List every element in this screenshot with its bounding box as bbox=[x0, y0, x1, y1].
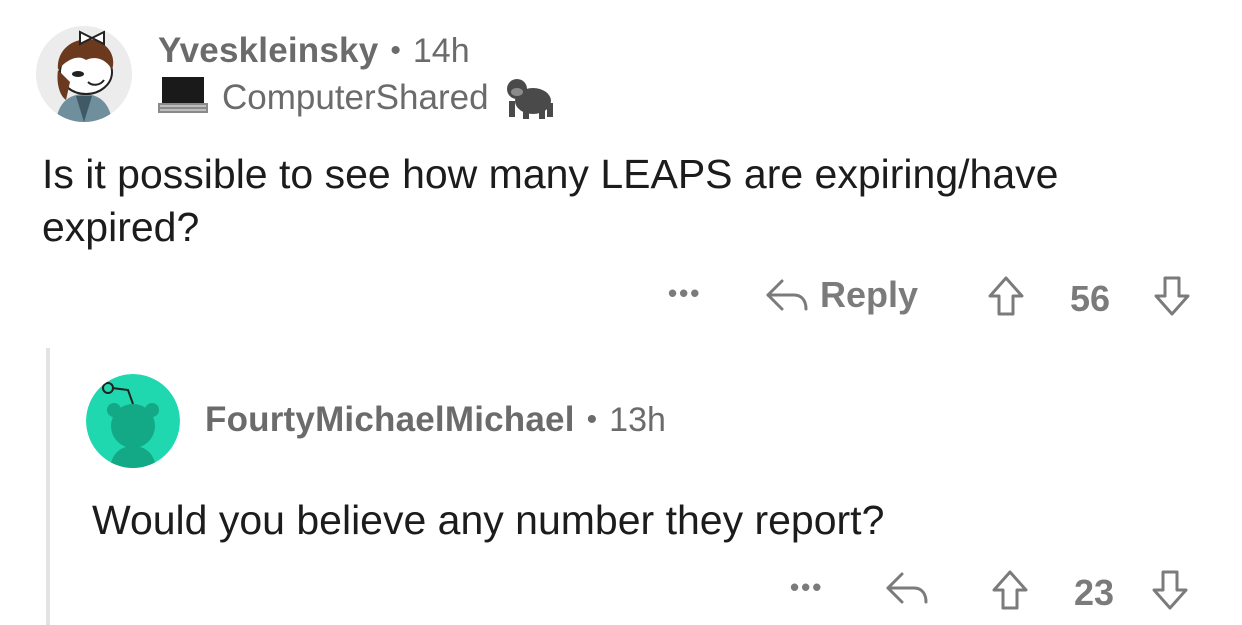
upvote-button[interactable] bbox=[990, 568, 1030, 617]
meta-separator: • bbox=[586, 403, 598, 436]
score: 56 bbox=[1070, 278, 1111, 319]
downvote-button[interactable] bbox=[1150, 568, 1190, 617]
reply-button[interactable]: Reply bbox=[764, 274, 918, 316]
upvote-icon bbox=[992, 570, 1028, 610]
reply-body: Would you believe any number they report… bbox=[92, 497, 885, 543]
user-avatar-icon bbox=[86, 374, 180, 468]
score: 23 bbox=[1074, 572, 1115, 613]
upvote-icon bbox=[988, 276, 1024, 316]
reply-username[interactable]: FourtyMichaelMichael bbox=[205, 400, 575, 440]
downvote-button[interactable] bbox=[1152, 274, 1192, 323]
comment-actions: ••• Reply 56 bbox=[668, 270, 1198, 322]
user-flair: ComputerShared bbox=[158, 76, 555, 120]
downvote-icon bbox=[1152, 570, 1188, 610]
avatar-yveskleinsky[interactable] bbox=[36, 26, 132, 122]
comment-timestamp: 14h bbox=[412, 31, 470, 70]
downvote-icon bbox=[1154, 276, 1190, 316]
avatar-fourtymichaelmichael[interactable] bbox=[86, 374, 180, 468]
reply-arrow-icon bbox=[886, 572, 928, 604]
user-avatar-icon bbox=[36, 26, 132, 122]
reply-arrow-icon bbox=[766, 279, 808, 311]
more-options-icon[interactable]: ••• bbox=[668, 278, 701, 309]
reply-actions: ••• 23 bbox=[790, 564, 1200, 616]
more-options-icon[interactable]: ••• bbox=[790, 572, 823, 603]
gorilla-icon bbox=[503, 73, 555, 124]
upvote-button[interactable] bbox=[986, 274, 1026, 323]
reply-timestamp: 13h bbox=[609, 400, 666, 439]
laptop-icon bbox=[158, 75, 208, 122]
reply-button[interactable] bbox=[884, 568, 930, 613]
thread-line[interactable] bbox=[46, 348, 50, 625]
meta-separator: • bbox=[390, 34, 401, 67]
reply-label: Reply bbox=[820, 274, 919, 315]
comment-body: Is it possible to see how many LEAPS are… bbox=[42, 151, 1059, 250]
flair-text: ComputerShared bbox=[222, 78, 489, 117]
reply-header: FourtyMichaelMichael • 13h bbox=[205, 398, 666, 442]
comment-header: Yveskleinsky • 14h bbox=[158, 30, 470, 72]
comment-username[interactable]: Yveskleinsky bbox=[158, 31, 378, 71]
